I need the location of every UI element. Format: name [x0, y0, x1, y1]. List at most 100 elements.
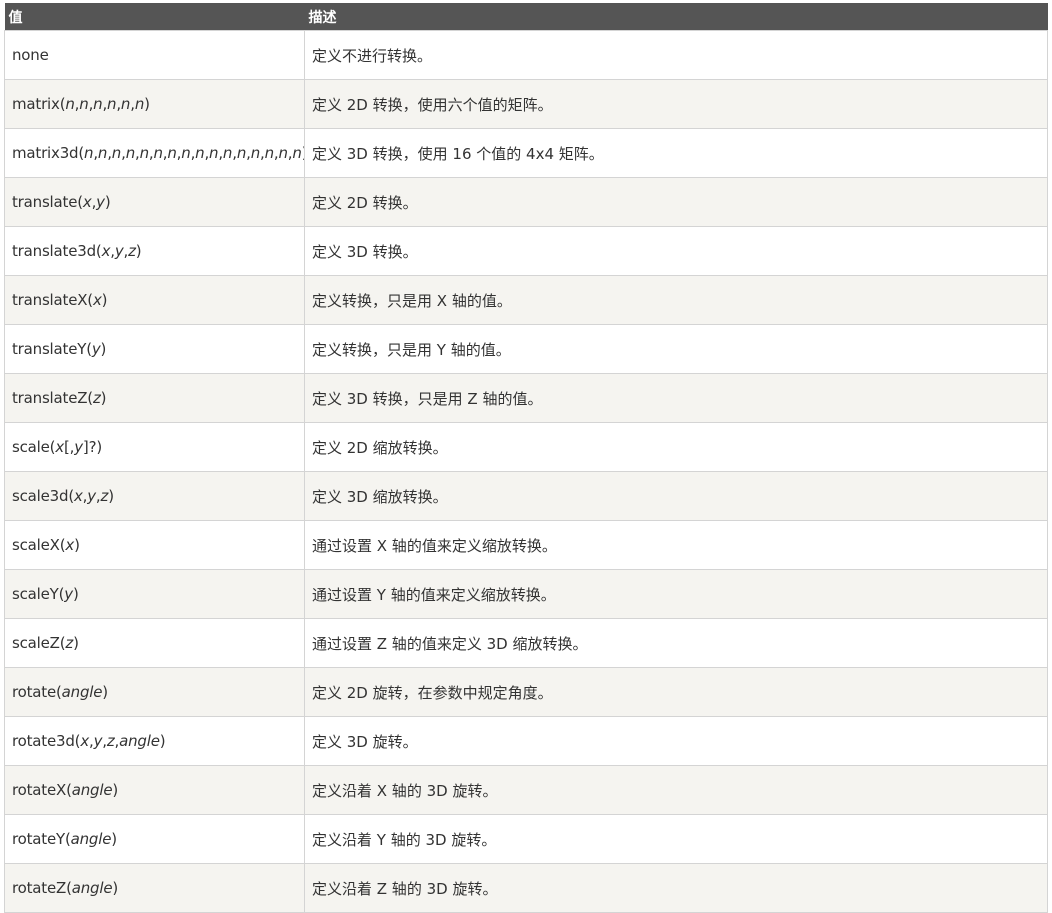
cell-value: scaleY(y) — [4, 569, 305, 619]
cell-description: 通过设置 Z 轴的值来定义 3D 缩放转换。 — [304, 618, 1048, 668]
cell-description: 定义 3D 缩放转换。 — [304, 471, 1048, 521]
value-parameter: n — [139, 144, 150, 162]
table-row: scaleY(y) 通过设置 Y 轴的值来定义缩放转换。 — [4, 569, 1048, 619]
value-parameter: angle — [70, 830, 112, 848]
value-parameter: z — [92, 389, 101, 407]
value-parameter: n — [125, 144, 136, 162]
cell-value: scaleX(x) — [4, 520, 305, 570]
column-header-description: 描述 — [304, 3, 1048, 31]
cell-value: matrix(n,n,n,n,n,n) — [4, 79, 305, 129]
value-text: scaleZ( — [12, 634, 66, 652]
value-text: ) — [104, 193, 111, 211]
cell-description: 通过设置 Y 轴的值来定义缩放转换。 — [304, 569, 1048, 619]
table-row: rotateZ(angle) 定义沿着 Z 轴的 3D 旋转。 — [4, 863, 1048, 913]
table-row: rotate(angle) 定义 2D 旋转，在参数中规定角度。 — [4, 667, 1048, 717]
value-text: scaleX( — [12, 536, 66, 554]
value-text: none — [12, 46, 49, 64]
value-text: ) — [112, 879, 119, 897]
value-text: rotateX( — [12, 781, 72, 799]
column-header-value: 值 — [4, 3, 305, 31]
value-parameter: n — [181, 144, 191, 162]
table-row: translate(x,y) 定义 2D 转换。 — [4, 177, 1048, 227]
value-parameter: n — [97, 144, 108, 162]
cell-description: 定义 3D 转换，只是用 Z 轴的值。 — [304, 373, 1048, 423]
cell-description: 定义 2D 转换，使用六个值的矩阵。 — [304, 79, 1048, 129]
cell-description: 定义转换，只是用 X 轴的值。 — [304, 275, 1048, 325]
value-text: ) — [108, 487, 114, 505]
value-parameter: angle — [61, 683, 103, 701]
value-parameter: x — [92, 291, 102, 309]
value-parameter: angle — [119, 732, 160, 750]
cell-description: 定义 3D 旋转。 — [304, 716, 1048, 766]
value-text: ) — [112, 781, 119, 799]
value-text: scale( — [12, 438, 56, 456]
cell-value: translate(x,y) — [4, 177, 305, 227]
value-text: ) — [102, 683, 108, 701]
cell-value: translateZ(z) — [4, 373, 305, 423]
value-text: ) — [100, 340, 107, 358]
value-parameter: y — [91, 340, 101, 358]
value-text: translateX( — [12, 291, 93, 309]
cell-description: 通过设置 X 轴的值来定义缩放转换。 — [304, 520, 1048, 570]
table-row: scale(x[,y]?) 定义 2D 缩放转换。 — [4, 422, 1048, 472]
cell-description: 定义转换，只是用 Y 轴的值。 — [304, 324, 1048, 374]
value-parameter: y — [87, 487, 96, 505]
value-text: translate3d( — [12, 242, 102, 260]
table-row: translateZ(z) 定义 3D 转换，只是用 Z 轴的值。 — [4, 373, 1048, 423]
value-text: matrix3d( — [12, 144, 85, 162]
table-row: rotate3d(x,y,z,angle) 定义 3D 旋转。 — [4, 716, 1048, 766]
value-parameter: angle — [71, 781, 113, 799]
cell-description: 定义沿着 Z 轴的 3D 旋转。 — [304, 863, 1048, 913]
value-parameter: y — [96, 193, 105, 211]
cell-value: scale(x[,y]?) — [4, 422, 305, 472]
value-parameter: z — [106, 732, 115, 750]
value-text: rotate( — [12, 683, 62, 701]
value-parameter: n — [107, 95, 117, 113]
value-parameter: n — [264, 144, 275, 162]
value-parameter: n — [134, 95, 145, 113]
table-body: none 定义不进行转换。 matrix(n,n,n,n,n,n) 定义 2D 转换，… — [4, 30, 1048, 913]
value-text: ) — [74, 536, 80, 554]
table-row: rotateY(angle) 定义沿着 Y 轴的 3D 旋转。 — [4, 814, 1048, 864]
table-row: translateX(x) 定义转换，只是用 X 轴的值。 — [4, 275, 1048, 325]
value-text: translateZ( — [12, 389, 93, 407]
cell-value: translateY(y) — [4, 324, 305, 374]
value-parameter: z — [65, 634, 74, 652]
value-parameter: y — [114, 242, 124, 260]
cell-description: 定义沿着 Y 轴的 3D 旋转。 — [304, 814, 1048, 864]
value-text: ) — [100, 389, 107, 407]
cell-value: translateX(x) — [4, 275, 305, 325]
table-header-row: 值 描述 — [4, 3, 1048, 31]
value-parameter: n — [236, 144, 247, 162]
table-row: rotateX(angle) 定义沿着 X 轴的 3D 旋转。 — [4, 765, 1048, 815]
value-parameter: angle — [71, 879, 113, 897]
value-text: translateY( — [12, 340, 92, 358]
value-parameter: n — [79, 95, 89, 113]
value-text: ) — [72, 585, 79, 603]
value-text: ) — [135, 242, 142, 260]
cell-value: rotateZ(angle) — [4, 863, 305, 913]
value-parameter: n — [250, 144, 261, 162]
cell-value: none — [4, 30, 305, 80]
table-row: matrix(n,n,n,n,n,n) 定义 2D 转换，使用六个值的矩阵。 — [4, 79, 1048, 129]
value-text: rotateZ( — [12, 879, 72, 897]
value-text: ) — [159, 732, 166, 750]
value-parameter: n — [120, 95, 131, 113]
table-row: none 定义不进行转换。 — [4, 30, 1048, 80]
value-parameter: x — [101, 242, 111, 260]
value-parameter: x — [55, 438, 64, 456]
cell-description: 定义 2D 转换。 — [304, 177, 1048, 227]
value-text: ) — [73, 634, 79, 652]
value-parameter: y — [93, 732, 103, 750]
cell-value: scale3d(x,y,z) — [4, 471, 305, 521]
value-text: scaleY( — [12, 585, 65, 603]
value-parameter: n — [111, 144, 122, 162]
cell-description: 定义不进行转换。 — [304, 30, 1048, 80]
cell-value: rotate(angle) — [4, 667, 305, 717]
value-text: ]?) — [82, 438, 102, 456]
table-row: translate3d(x,y,z) 定义 3D 转换。 — [4, 226, 1048, 276]
value-parameter: n — [209, 144, 219, 162]
cell-value: rotateY(angle) — [4, 814, 305, 864]
value-parameter: x — [80, 732, 90, 750]
table-row: matrix3d(n,n,n,n,n,n,n,n,n,n,n,n,n,n,n,n… — [4, 128, 1048, 178]
